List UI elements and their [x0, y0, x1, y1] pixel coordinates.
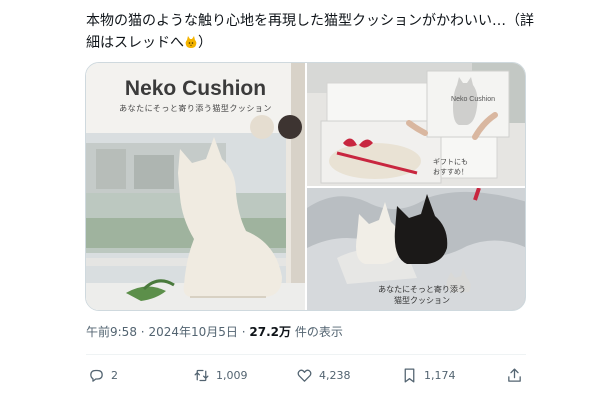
tweet-body-end: ） [198, 35, 212, 51]
view-label: 件の表示 [294, 325, 343, 339]
like-button[interactable]: 4,238 [296, 364, 351, 386]
tweet-date[interactable]: 2024年10月5日 [148, 325, 237, 339]
tweet-body: 本物の猫のような触り心地を再現した猫型クッションがかわいい…（詳細はスレッドへ [86, 13, 534, 51]
bookmark-count: 1,174 [424, 368, 456, 382]
swatch-dark [278, 115, 302, 139]
view-count: 27.2万 [249, 325, 291, 339]
tweet-text: 本物の猫のような触り心地を再現した猫型クッションがかわいい…（詳細はスレッドへ） [86, 10, 536, 54]
share-icon [508, 367, 521, 382]
divider [86, 354, 526, 355]
reply-icon [90, 369, 103, 382]
meta-separator: · [241, 325, 246, 339]
tweet-time[interactable]: 午前9:58 [86, 325, 137, 339]
photo-cat-cushion-window[interactable]: Neko Cushion あなたにそっと寄り添う猫型クッション [86, 63, 305, 310]
swatch-cream [250, 115, 274, 139]
photo-gift-box[interactable]: Neko Cushion ギフトにも おすすめ！ [307, 63, 525, 186]
heart-icon [297, 369, 312, 382]
caption-line2: 猫型クッション [394, 296, 450, 305]
gift-note-line1: ギフトにも [433, 158, 468, 166]
retweet-icon [194, 369, 209, 381]
bookmark-icon [404, 367, 415, 383]
photo-two-cushions[interactable]: あなたにそっと寄り添う 猫型クッション [307, 188, 525, 310]
reply-button[interactable]: 2 [88, 364, 118, 386]
share-button[interactable] [506, 364, 523, 386]
box-brand-label: Neko Cushion [451, 96, 495, 103]
like-count: 4,238 [319, 368, 351, 382]
caption-line1: あなたにそっと寄り添う [378, 285, 466, 294]
gift-note: ギフトにも おすすめ！ [433, 157, 481, 177]
gift-note-line2: おすすめ！ [433, 168, 468, 176]
reply-count: 2 [111, 368, 118, 382]
caption: あなたにそっと寄り添う 猫型クッション [347, 284, 497, 306]
tweet-meta: 午前9:58 · 2024年10月5日 · 27.2万 件の表示 [86, 323, 343, 340]
brand-title: Neko Cushion [124, 77, 267, 100]
media-grid[interactable]: Neko Cushion あなたにそっと寄り添う猫型クッション Neko Cus… [85, 62, 526, 311]
photo-gift-box-illustration [307, 63, 525, 186]
cat-emoji-icon [185, 36, 197, 48]
brand-subtitle: あなたにそっと寄り添う猫型クッション [119, 104, 272, 113]
action-bar: 2 1,009 4,238 1,174 [86, 364, 526, 386]
retweet-button[interactable]: 1,009 [193, 364, 248, 386]
meta-separator: · [140, 325, 145, 339]
bookmark-button[interactable]: 1,174 [401, 364, 456, 386]
retweet-count: 1,009 [216, 368, 248, 382]
